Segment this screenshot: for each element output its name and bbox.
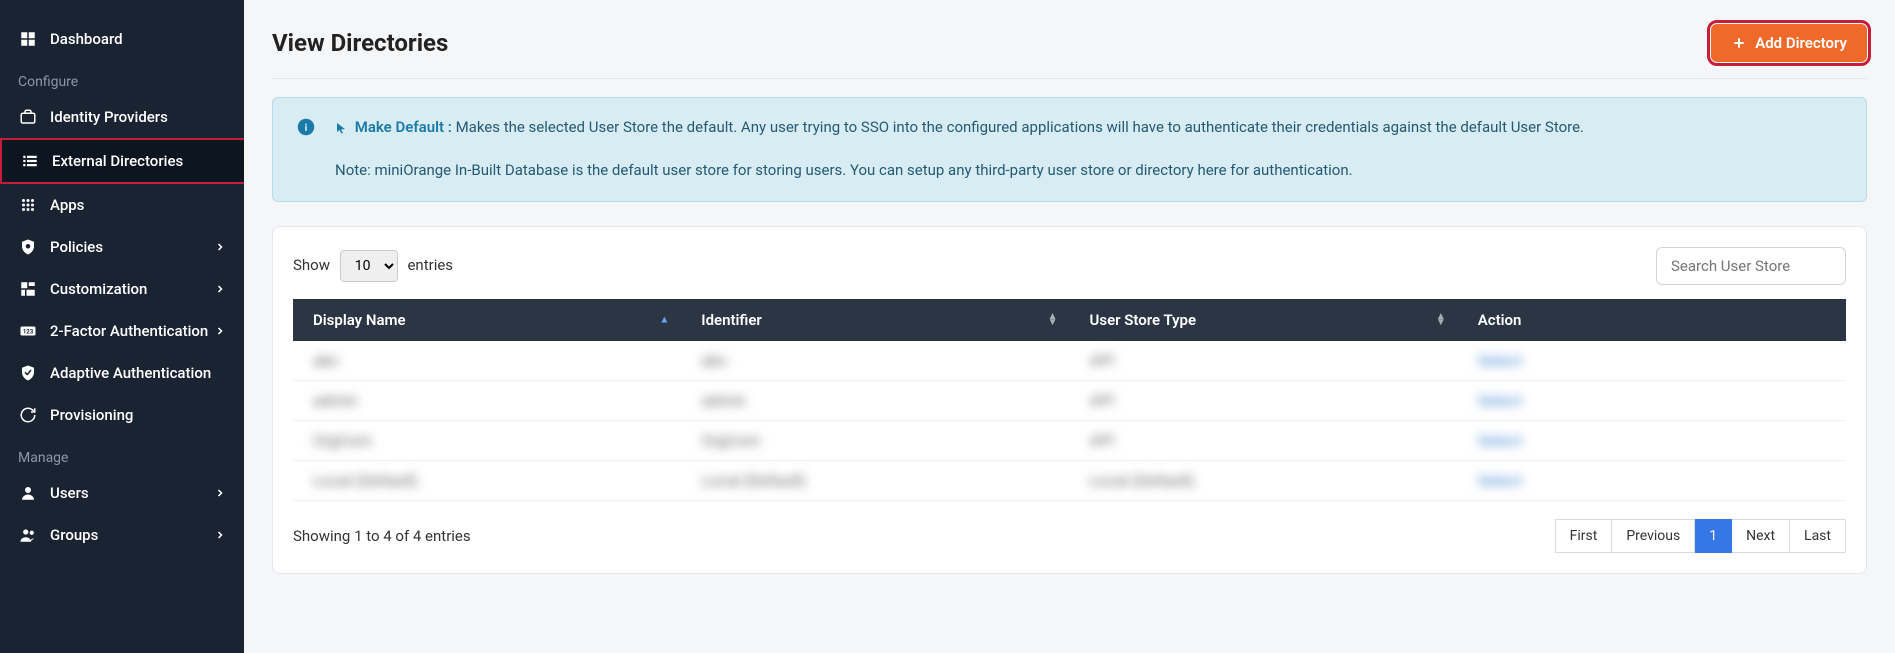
- sort-icon: ▲▼: [1048, 314, 1058, 326]
- chevron-right-icon: [214, 325, 226, 337]
- list-icon: [20, 151, 40, 171]
- table-row: Local (Default)Local (Default)Local (Def…: [293, 460, 1846, 500]
- sliders-icon: [18, 279, 38, 299]
- pagination: First Previous 1 Next Last: [1555, 519, 1846, 553]
- sidebar-item-label: Adaptive Authentication: [50, 364, 211, 382]
- divider: [272, 78, 1867, 79]
- numeric-icon: 123: [18, 321, 38, 341]
- search-input[interactable]: [1656, 247, 1846, 285]
- entries-selector: Show 10 entries: [293, 250, 453, 282]
- table-footer: Showing 1 to 4 of 4 entries First Previo…: [293, 519, 1846, 553]
- shield-icon: [18, 237, 38, 257]
- info-icon: i: [297, 116, 315, 136]
- cell-action[interactable]: Select: [1458, 341, 1846, 381]
- table-controls: Show 10 entries: [293, 247, 1846, 285]
- chevron-right-icon: [214, 283, 226, 295]
- main-content: View Directories Add Directory i Make De…: [244, 0, 1895, 653]
- cell-identifier: OrgCom: [681, 420, 1069, 460]
- table-row: abcabcAPISelect: [293, 341, 1846, 381]
- briefcase-icon: [18, 107, 38, 127]
- cursor-icon: [335, 121, 347, 135]
- shield-check-icon: [18, 363, 38, 383]
- sidebar-item-label: Apps: [50, 196, 84, 214]
- plus-icon: [1731, 35, 1747, 51]
- page-next[interactable]: Next: [1732, 519, 1790, 553]
- sidebar-item-label: Provisioning: [50, 406, 133, 424]
- page-title: View Directories: [272, 29, 448, 57]
- sidebar-item-policies[interactable]: Policies: [0, 226, 244, 268]
- col-display-name[interactable]: Display Name ▲: [293, 299, 681, 341]
- chevron-right-icon: [214, 487, 226, 499]
- sidebar-item-groups[interactable]: Groups: [0, 514, 244, 556]
- sidebar-item-label: Groups: [50, 526, 98, 544]
- add-directory-button[interactable]: Add Directory: [1711, 24, 1867, 62]
- page-header: View Directories Add Directory: [272, 24, 1867, 62]
- page-prev[interactable]: Previous: [1612, 519, 1695, 553]
- sidebar-item-customization[interactable]: Customization: [0, 268, 244, 310]
- svg-text:123: 123: [23, 328, 34, 335]
- cell-display-name: Local (Default): [293, 460, 681, 500]
- directories-table: Display Name ▲ Identifier ▲▼ User Store …: [293, 299, 1846, 501]
- sync-icon: [18, 405, 38, 425]
- dashboard-icon: [18, 29, 38, 49]
- svg-text:i: i: [305, 121, 308, 134]
- cell-display-name: abc: [293, 341, 681, 381]
- show-label-post: entries: [407, 256, 453, 274]
- cell-identifier: abc: [681, 341, 1069, 381]
- sidebar-section-configure: Configure: [0, 60, 244, 96]
- page-last[interactable]: Last: [1790, 519, 1846, 553]
- cell-type: Local (Default): [1070, 460, 1458, 500]
- user-icon: [18, 483, 38, 503]
- sidebar-item-users[interactable]: Users: [0, 472, 244, 514]
- sidebar-item-dashboard[interactable]: Dashboard: [0, 18, 244, 60]
- cell-type: API: [1070, 341, 1458, 381]
- sidebar-item-provisioning[interactable]: Provisioning: [0, 394, 244, 436]
- sidebar-item-identity-providers[interactable]: Identity Providers: [0, 96, 244, 138]
- show-label-pre: Show: [293, 256, 330, 274]
- add-directory-label: Add Directory: [1755, 34, 1847, 52]
- sidebar-item-external-directories[interactable]: External Directories: [0, 138, 244, 184]
- sidebar-item-2-factor-authentication[interactable]: 123 2-Factor Authentication: [0, 310, 244, 352]
- cell-type: API: [1070, 420, 1458, 460]
- col-action: Action: [1458, 299, 1846, 341]
- page-first[interactable]: First: [1555, 519, 1613, 553]
- table-footer-info: Showing 1 to 4 of 4 entries: [293, 527, 471, 545]
- chevron-right-icon: [214, 529, 226, 541]
- users-icon: [18, 525, 38, 545]
- info-note: Note: miniOrange In-Built Database is th…: [335, 159, 1842, 182]
- page-size-select[interactable]: 10: [340, 250, 398, 282]
- col-identifier[interactable]: Identifier ▲▼: [681, 299, 1069, 341]
- sidebar-item-label: Policies: [50, 238, 103, 256]
- table-row: adminadminAPISelect: [293, 380, 1846, 420]
- col-user-store-type[interactable]: User Store Type ▲▼: [1070, 299, 1458, 341]
- cell-action[interactable]: Select: [1458, 420, 1846, 460]
- sidebar: Dashboard Configure Identity Providers Ex…: [0, 0, 244, 653]
- cell-identifier: admin: [681, 380, 1069, 420]
- cell-display-name: OrgCom: [293, 420, 681, 460]
- grid-icon: [18, 195, 38, 215]
- table-row: OrgComOrgComAPISelect: [293, 420, 1846, 460]
- sidebar-item-label: External Directories: [52, 152, 183, 170]
- cell-action[interactable]: Select: [1458, 460, 1846, 500]
- sidebar-item-label: Identity Providers: [50, 108, 168, 126]
- sort-asc-icon: ▲: [659, 314, 669, 325]
- cell-display-name: admin: [293, 380, 681, 420]
- sidebar-item-apps[interactable]: Apps: [0, 184, 244, 226]
- info-panel: i Make Default : Makes the selected User…: [272, 97, 1867, 202]
- sidebar-item-label: 2-Factor Authentication: [50, 322, 208, 340]
- chevron-right-icon: [214, 241, 226, 253]
- sidebar-section-manage: Manage: [0, 436, 244, 472]
- sidebar-item-label: Dashboard: [50, 30, 123, 48]
- cell-identifier: Local (Default): [681, 460, 1069, 500]
- sidebar-item-label: Users: [50, 484, 89, 502]
- directories-card: Show 10 entries Display Name ▲ Identifie…: [272, 226, 1867, 574]
- sidebar-item-adaptive-authentication[interactable]: Adaptive Authentication: [0, 352, 244, 394]
- page-1[interactable]: 1: [1695, 519, 1732, 553]
- cell-type: API: [1070, 380, 1458, 420]
- sidebar-item-label: Customization: [50, 280, 147, 298]
- cell-action[interactable]: Select: [1458, 380, 1846, 420]
- sort-icon: ▲▼: [1436, 314, 1446, 326]
- info-heading: Make Default :: [355, 118, 452, 136]
- info-body-text: Makes the selected User Store the defaul…: [456, 118, 1584, 136]
